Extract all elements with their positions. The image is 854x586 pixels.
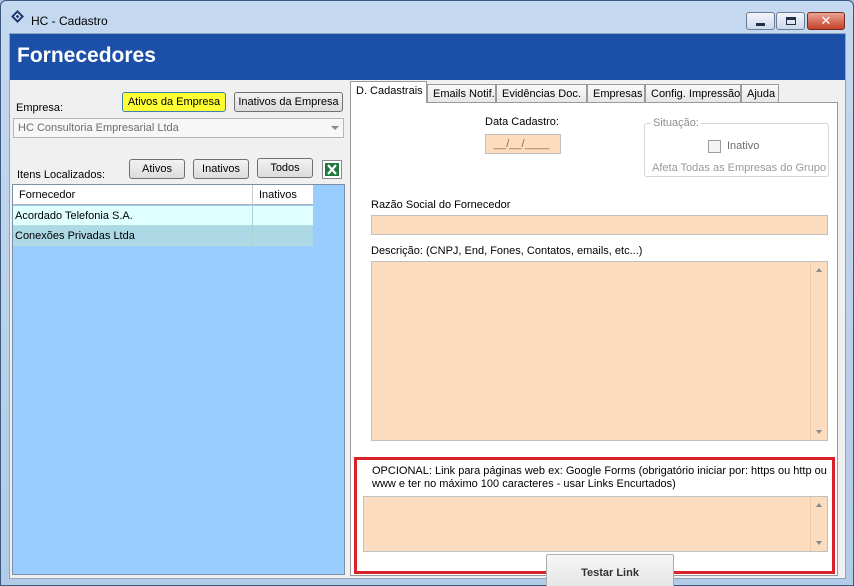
link-scrollbar[interactable] bbox=[810, 497, 827, 551]
ativos-da-empresa-button[interactable]: Ativos da Empresa bbox=[122, 92, 226, 112]
app-diamond-icon bbox=[11, 10, 24, 23]
app-window: HC - Cadastro ✕ Fornecedores Empresa: At… bbox=[0, 0, 854, 586]
testar-link-button[interactable]: Testar Link bbox=[546, 554, 674, 586]
excel-icon bbox=[325, 163, 339, 176]
excel-export-icon[interactable] bbox=[322, 160, 342, 179]
descricao-scrollbar[interactable] bbox=[810, 262, 827, 440]
cell-inativos bbox=[253, 206, 313, 226]
itens-localizados-label: Itens Localizados: bbox=[17, 169, 106, 181]
tab-config-impressao[interactable]: Config. Impressão bbox=[645, 84, 741, 102]
link-label: OPCIONAL: Link para páginas web ex: Goog… bbox=[372, 465, 827, 490]
table-row[interactable]: Acordado Telefonia S.A. bbox=[13, 206, 313, 226]
empresa-label: Empresa: bbox=[16, 102, 64, 114]
grid-header: Fornecedor Inativos bbox=[13, 185, 313, 205]
close-icon: ✕ bbox=[820, 13, 832, 29]
inativos-da-empresa-button[interactable]: Inativos da Empresa bbox=[234, 92, 343, 112]
inativo-label: Inativo bbox=[727, 140, 760, 152]
inativo-checkbox[interactable] bbox=[708, 140, 721, 153]
tab-ajuda[interactable]: Ajuda bbox=[741, 84, 779, 102]
scroll-down-icon bbox=[816, 541, 822, 545]
tab-evidencias-doc[interactable]: Evidências Doc. bbox=[496, 84, 587, 102]
inativos-button[interactable]: Inativos bbox=[193, 159, 249, 179]
empresa-selected-value: HC Consultoria Empresarial Ltda bbox=[18, 122, 179, 134]
tab-dados-cadastrais[interactable]: D. Cadastrais bbox=[350, 81, 427, 103]
column-header-inativos[interactable]: Inativos bbox=[253, 185, 313, 205]
situacao-group: Situação: Inativo Afeta Todas as Empresa… bbox=[644, 117, 829, 177]
cell-inativos bbox=[253, 226, 313, 246]
fornecedores-grid[interactable]: Fornecedor Inativos Acordado Telefonia S… bbox=[12, 184, 345, 575]
descricao-label: Descrição: (CNPJ, End, Fones, Contatos, … bbox=[371, 245, 643, 257]
table-row[interactable]: Conexões Privadas Ltda bbox=[13, 226, 313, 246]
empresa-select[interactable]: HC Consultoria Empresarial Ltda bbox=[13, 118, 344, 138]
column-header-fornecedor[interactable]: Fornecedor bbox=[13, 185, 253, 205]
tab-empresas[interactable]: Empresas bbox=[587, 84, 645, 102]
page-header: Fornecedores bbox=[10, 34, 845, 80]
page-title: Fornecedores bbox=[17, 44, 156, 67]
scroll-up-icon bbox=[816, 503, 822, 507]
razao-social-label: Razão Social do Fornecedor bbox=[371, 199, 511, 211]
situacao-title: Situação: bbox=[651, 117, 701, 129]
client-area: Fornecedores Empresa: Ativos da Empresa … bbox=[9, 33, 846, 586]
tab-panel-dados-cadastrais: Data Cadastro: __/__/____ Situação: Inat… bbox=[350, 102, 838, 586]
close-button[interactable]: ✕ bbox=[807, 12, 845, 30]
window-title: HC - Cadastro bbox=[31, 14, 108, 28]
title-bar[interactable]: HC - Cadastro ✕ bbox=[1, 1, 853, 33]
cell-fornecedor: Conexões Privadas Ltda bbox=[13, 226, 253, 246]
razao-social-field[interactable] bbox=[371, 215, 828, 235]
link-textarea[interactable] bbox=[363, 496, 828, 552]
cell-fornecedor: Acordado Telefonia S.A. bbox=[13, 206, 253, 226]
tab-strip: D. Cadastrais Emails Notif. Evidências D… bbox=[350, 81, 845, 103]
ativos-button[interactable]: Ativos bbox=[129, 159, 185, 179]
chevron-down-icon bbox=[331, 126, 339, 130]
maximize-icon bbox=[785, 17, 796, 25]
maximize-button[interactable] bbox=[776, 12, 805, 30]
scroll-down-icon bbox=[816, 430, 822, 434]
descricao-textarea[interactable] bbox=[371, 261, 828, 441]
minimize-icon bbox=[756, 22, 765, 26]
todos-button[interactable]: Todos bbox=[257, 158, 313, 178]
tab-emails-notif[interactable]: Emails Notif. bbox=[427, 84, 496, 102]
scroll-up-icon bbox=[816, 268, 822, 272]
data-cadastro-label: Data Cadastro: bbox=[485, 116, 559, 128]
minimize-button[interactable] bbox=[746, 12, 775, 30]
data-cadastro-field[interactable]: __/__/____ bbox=[485, 134, 561, 154]
link-section-highlight: OPCIONAL: Link para páginas web ex: Goog… bbox=[354, 457, 835, 586]
situacao-note: Afeta Todas as Empresas do Grupo bbox=[652, 162, 827, 174]
